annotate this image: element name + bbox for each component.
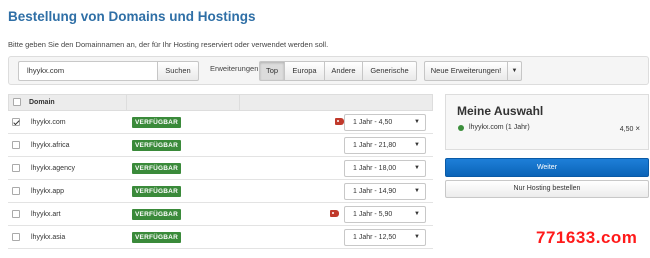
domain-search-input[interactable]: lhyykx.com (18, 61, 167, 81)
domain-name: lhyykx.asia (31, 234, 66, 241)
selected-domain: lhyykx.com (1 Jahr) (469, 124, 530, 131)
period-select[interactable]: 1 Jahr - 14,90 ▼ (344, 183, 426, 200)
caret-down-icon[interactable]: ▼ (508, 61, 522, 81)
promo-tag-icon (330, 210, 339, 217)
tab-europa[interactable]: Europa (285, 61, 325, 81)
domain-checkbox[interactable] (12, 233, 20, 241)
watermark: 771633.com (536, 228, 638, 247)
period-select[interactable]: 1 Jahr - 5,90 ▼ (344, 206, 426, 223)
period-select[interactable]: 1 Jahr - 4,50 ▼ (344, 114, 426, 131)
domain-checkbox[interactable] (12, 187, 20, 195)
selection-title: Meine Auswahl (457, 104, 544, 118)
page-title: Bestellung von Domains und Hostings (8, 9, 256, 24)
selected-price: 4,50 × (619, 124, 640, 133)
search-button[interactable]: Suchen (157, 61, 199, 81)
continue-button[interactable]: Weiter (445, 158, 649, 177)
domain-checkbox[interactable] (12, 141, 20, 149)
period-select[interactable]: 1 Jahr - 12,50 ▼ (344, 229, 426, 246)
domain-name: lhyykx.art (31, 211, 61, 218)
extensions-label: Erweiterungen: (210, 64, 261, 73)
period-select[interactable]: 1 Jahr - 21,80 ▼ (344, 137, 426, 154)
instruction-text: Bitte geben Sie den Domainnamen an, der … (8, 40, 329, 49)
domain-table: Domain lhyykx.com VERFÜGBAR 1 Jahr - 4,50 ▼… (8, 94, 433, 258)
table-header: Domain (8, 94, 433, 111)
period-select-value: 1 Jahr - 12,50 (353, 234, 397, 241)
status-badge: VERFÜGBAR (132, 117, 181, 128)
domain-name: lhyykx.agency (31, 165, 75, 172)
tab-top[interactable]: Top (259, 61, 285, 81)
period-select-value: 1 Jahr - 14,90 (353, 188, 397, 195)
table-row: lhyykx.com VERFÜGBAR 1 Jahr - 4,50 ▼ (8, 111, 433, 134)
domain-name: lhyykx.app (31, 188, 65, 195)
domain-checkbox[interactable] (12, 118, 20, 126)
promo-tag-icon (335, 118, 344, 125)
search-toolbar: lhyykx.com Suchen Erweiterungen: Top Eur… (8, 56, 649, 85)
domain-checkbox[interactable] (12, 164, 20, 172)
chevron-down-icon: ▼ (414, 165, 420, 171)
tab-andere[interactable]: Andere (325, 61, 363, 81)
selection-panel: Meine Auswahl lhyykx.com (1 Jahr) 4,50 × (445, 94, 649, 150)
table-row: lhyykx.app VERFÜGBAR 1 Jahr - 14,90 ▼ (8, 180, 433, 203)
status-badge: VERFÜGBAR (132, 232, 181, 243)
chevron-down-icon: ▼ (414, 119, 420, 125)
period-select[interactable]: 1 Jahr - 18,00 ▼ (344, 160, 426, 177)
period-select-value: 1 Jahr - 18,00 (353, 165, 397, 172)
table-row: lhyykx.agency VERFÜGBAR 1 Jahr - 18,00 ▼ (8, 157, 433, 180)
remove-icon[interactable]: × (635, 124, 640, 133)
column-domain: Domain (29, 99, 55, 106)
table-row: lhyykx.africa VERFÜGBAR 1 Jahr - 21,80 ▼ (8, 134, 433, 157)
new-extensions-button[interactable]: Neue Erweiterungen! (424, 61, 508, 81)
tab-generische[interactable]: Generische (363, 61, 417, 81)
chevron-down-icon: ▼ (414, 211, 420, 217)
chevron-down-icon: ▼ (414, 142, 420, 148)
table-row: lhyykx.asia VERFÜGBAR 1 Jahr - 12,50 ▼ (8, 226, 433, 249)
hosting-only-button[interactable]: Nur Hosting bestellen (445, 180, 649, 198)
status-badge: VERFÜGBAR (132, 209, 181, 220)
table-row: lhyykx.art VERFÜGBAR 1 Jahr - 5,90 ▼ (8, 203, 433, 226)
domain-checkbox[interactable] (12, 210, 20, 218)
period-select-value: 1 Jahr - 4,50 (353, 119, 393, 126)
domain-name: lhyykx.com (31, 119, 66, 126)
chevron-down-icon: ▼ (414, 188, 420, 194)
period-select-value: 1 Jahr - 5,90 (353, 211, 393, 218)
period-select-value: 1 Jahr - 21,80 (353, 142, 397, 149)
chevron-down-icon: ▼ (414, 234, 420, 240)
status-badge: VERFÜGBAR (132, 140, 181, 151)
status-badge: VERFÜGBAR (132, 163, 181, 174)
status-dot-icon (458, 125, 464, 131)
status-badge: VERFÜGBAR (132, 186, 181, 197)
domain-name: lhyykx.africa (31, 142, 70, 149)
